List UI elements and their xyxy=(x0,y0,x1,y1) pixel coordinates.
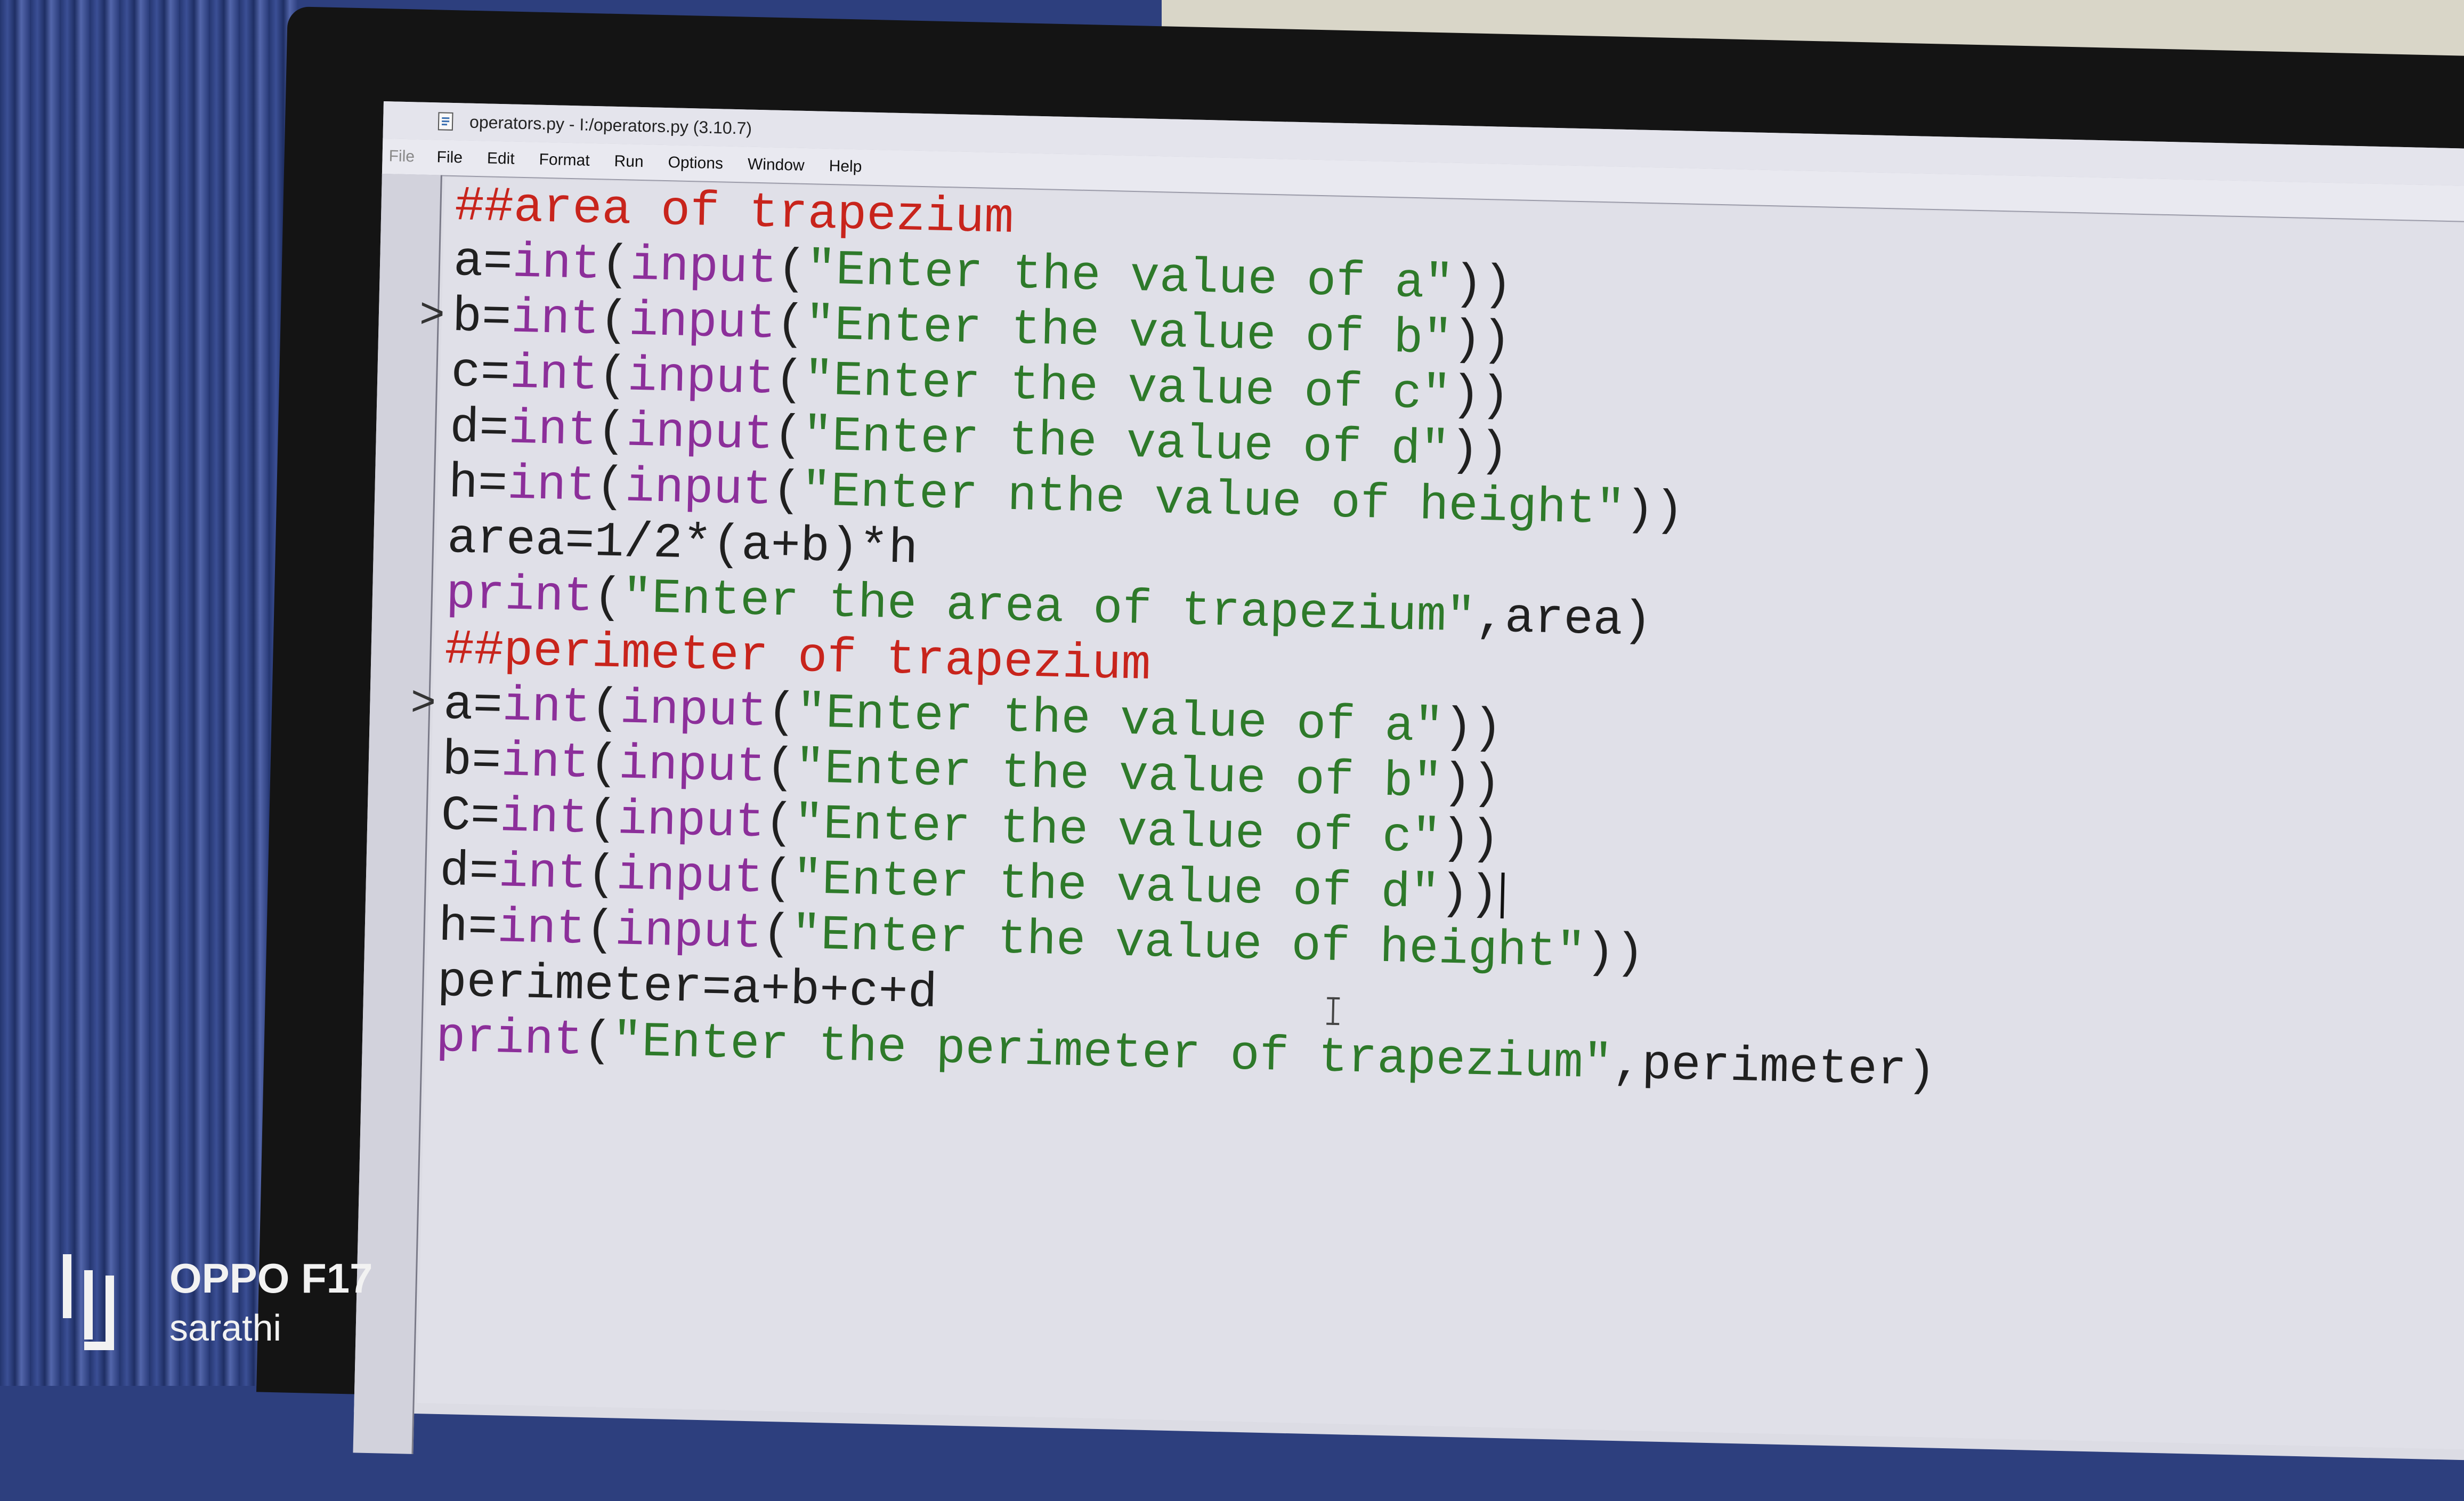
code-token-plain: ( xyxy=(775,296,806,353)
code-token-builtin: input xyxy=(629,237,778,297)
code-token-plain: )) xyxy=(1452,311,1512,369)
code-token-plain: ( xyxy=(773,407,804,464)
code-token-plain: )) xyxy=(1442,699,1503,757)
code-token-plain: h= xyxy=(448,455,508,513)
code-token-string: "Enter the perimeter of trapezium" xyxy=(612,1013,1614,1092)
code-token-builtin: input xyxy=(619,681,768,740)
code-token-plain: )) xyxy=(1441,755,1502,812)
code-token-builtin: input xyxy=(615,847,764,907)
code-token-plain: )) xyxy=(1624,482,1685,539)
code-token-plain: ( xyxy=(597,348,628,405)
code-token-plain: a= xyxy=(443,676,503,735)
code-token-builtin: int xyxy=(501,678,591,737)
code-token-plain: b= xyxy=(451,289,512,346)
watermark-model: OPPO F17 xyxy=(169,1255,373,1302)
code-token-plain: ( xyxy=(764,795,795,852)
camera-brand-logo-icon xyxy=(63,1254,114,1350)
code-token-plain: ( xyxy=(600,237,631,294)
code-token-plain: ,area) xyxy=(1474,589,1653,650)
code-token-plain: ( xyxy=(582,1012,613,1070)
code-token-plain: a= xyxy=(453,233,513,291)
code-token-plain: d= xyxy=(449,399,509,457)
code-token-plain: ( xyxy=(586,846,617,903)
code-token-plain: ( xyxy=(776,240,807,298)
idle-editor-window: operators.py - I:/operators.py (3.10.7) … xyxy=(353,101,2464,1460)
code-line[interactable]: perimeter=a+b+c+d xyxy=(436,954,938,1021)
python-file-icon xyxy=(437,112,453,131)
code-token-plain: )) xyxy=(1439,866,1500,923)
code-token-plain: ( xyxy=(766,684,797,741)
menu-window[interactable]: Window xyxy=(748,156,805,175)
code-token-builtin: int xyxy=(497,900,587,958)
code-token-builtin: int xyxy=(508,401,598,459)
background-curtain xyxy=(0,0,298,1386)
code-token-plain: )) xyxy=(1450,367,1511,425)
code-token-builtin: int xyxy=(512,235,602,293)
code-token-plain: )) xyxy=(1440,810,1501,868)
code-token-builtin: print xyxy=(445,566,594,626)
window-title: operators.py - I:/operators.py (3.10.7) xyxy=(469,112,752,138)
code-token-plain: c= xyxy=(450,344,511,402)
code-token-builtin: input xyxy=(626,404,774,463)
text-caret xyxy=(1500,872,1505,918)
code-token-builtin: print xyxy=(435,1009,584,1069)
menu-format[interactable]: Format xyxy=(539,151,590,170)
code-token-plain: )) xyxy=(1453,256,1513,314)
code-token-plain: ( xyxy=(771,462,803,519)
code-token-builtin: int xyxy=(510,290,601,349)
code-token-plain: ( xyxy=(763,850,793,907)
code-token-plain: ( xyxy=(585,902,616,959)
menu-help[interactable]: Help xyxy=(829,157,862,176)
code-token-builtin: input xyxy=(614,902,763,962)
code-token-plain: ( xyxy=(761,906,792,963)
camera-watermark: OPPO F17 sarathi xyxy=(63,1253,372,1352)
code-token-builtin: int xyxy=(506,456,596,515)
code-token-plain: )) xyxy=(1585,924,1646,982)
watermark-owner: sarathi xyxy=(169,1307,282,1349)
code-token-builtin: input xyxy=(624,459,773,519)
code-token-builtin: input xyxy=(628,293,777,352)
code-token-builtin: int xyxy=(498,844,588,903)
background-window-menu-file: File xyxy=(388,147,415,166)
code-token-builtin: int xyxy=(509,345,599,404)
menu-options[interactable]: Options xyxy=(668,154,723,173)
code-token-builtin: input xyxy=(617,792,765,851)
code-token-plain: d= xyxy=(439,843,499,901)
code-token-plain: ( xyxy=(774,351,805,409)
code-token-plain: ( xyxy=(590,680,621,737)
code-line[interactable]: print("Enter the perimeter of trapezium"… xyxy=(435,1009,1937,1100)
code-editor[interactable]: ##area of trapezium a=int(input("Enter th… xyxy=(410,177,2464,1450)
menu-file[interactable]: File xyxy=(436,148,463,167)
code-token-builtin: int xyxy=(499,789,589,848)
code-token-plain: ( xyxy=(765,739,796,796)
code-line[interactable]: area=1/2*(a+b)*h xyxy=(447,511,918,577)
code-token-plain: ( xyxy=(595,458,626,515)
code-token-builtin: input xyxy=(618,736,767,796)
menu-run[interactable]: Run xyxy=(614,152,644,171)
code-token-plain: ( xyxy=(592,569,623,626)
gutter-marker: > xyxy=(418,292,445,341)
mouse-ibeam-cursor-icon xyxy=(1332,997,1335,1025)
menu-edit[interactable]: Edit xyxy=(487,149,515,168)
code-token-builtin: int xyxy=(500,733,590,792)
code-token-plain: ( xyxy=(587,791,619,848)
code-token-plain: b= xyxy=(441,732,502,790)
code-token-plain: ( xyxy=(598,292,630,349)
code-token-plain: C= xyxy=(440,787,501,845)
code-token-builtin: input xyxy=(627,348,775,408)
code-token-plain: )) xyxy=(1449,422,1510,480)
code-token-plain: h= xyxy=(437,898,498,956)
code-token-plain: ,perimeter) xyxy=(1611,1036,1937,1100)
gutter-marker: > xyxy=(410,680,437,729)
code-token-plain: ( xyxy=(596,403,627,460)
code-token-plain: ( xyxy=(588,736,620,793)
